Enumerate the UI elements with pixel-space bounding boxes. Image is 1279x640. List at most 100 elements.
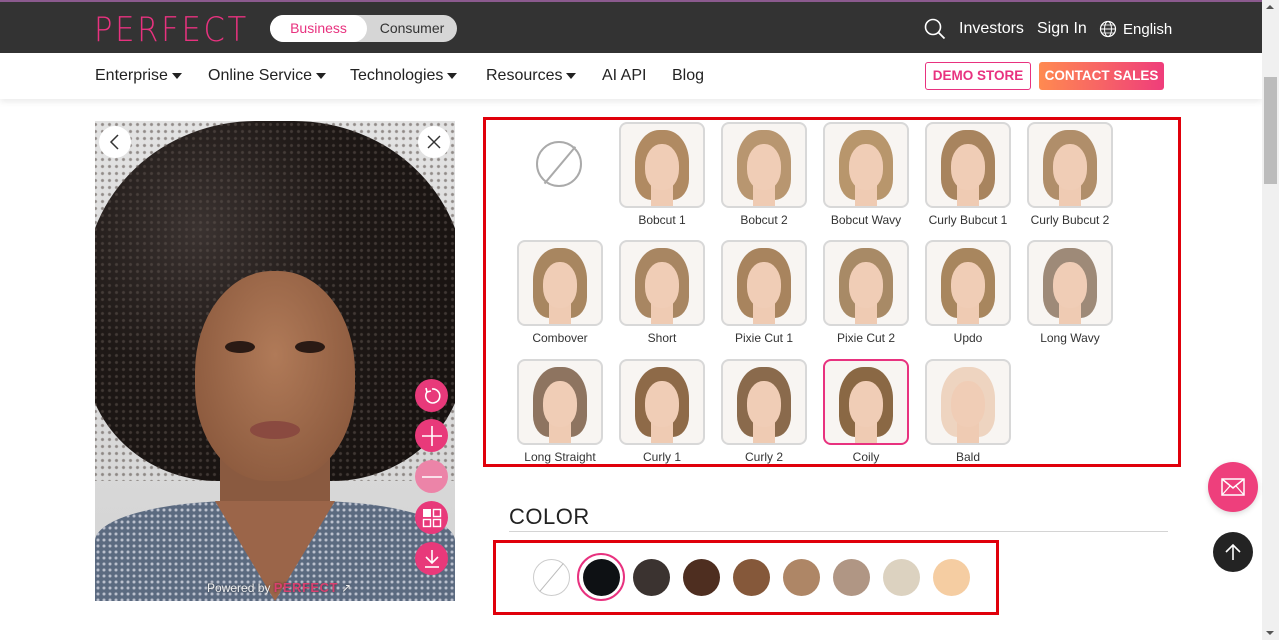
thumbnail-face [951, 144, 985, 190]
zoom-in-icon [421, 425, 442, 446]
color-swatch[interactable] [933, 559, 970, 596]
investors-link[interactable]: Investors [959, 16, 1024, 42]
hairstyle-combover[interactable]: Combover [516, 238, 604, 348]
chevron-left-icon [109, 134, 119, 150]
hairstyle-label: Bobcut 1 [638, 213, 686, 227]
page-scrollbar[interactable] [1262, 0, 1279, 640]
hairstyle-bobcut-wavy[interactable]: Bobcut Wavy [822, 120, 910, 230]
nav-ai-api[interactable]: AI API [602, 67, 646, 85]
hairstyle-label: Long Wavy [1040, 331, 1100, 345]
hairstyle-thumbnail[interactable] [925, 240, 1011, 326]
download-icon [424, 549, 439, 568]
hairstyle-coily[interactable]: Coily [822, 357, 910, 467]
hairstyle-curly-1[interactable]: Curly 1 [618, 357, 706, 467]
caret-down-icon [171, 73, 182, 79]
top-bar: PERFECT Business Consumer Investors Sign… [0, 2, 1262, 53]
hairstyle-thumbnail[interactable] [1027, 122, 1113, 208]
hairstyle-long-wavy[interactable]: Long Wavy [1026, 238, 1114, 348]
photo-eye [295, 341, 325, 353]
nav-enterprise[interactable]: Enterprise [95, 67, 182, 85]
compare-button[interactable] [415, 501, 448, 534]
download-button[interactable] [415, 542, 448, 575]
nav-label: Enterprise [95, 67, 168, 84]
hairstyle-thumbnail[interactable] [619, 240, 705, 326]
color-swatch-none[interactable] [533, 559, 570, 596]
scroll-up-arrow-icon[interactable] [1266, 5, 1274, 9]
hairstyle-thumbnail[interactable] [823, 122, 909, 208]
globe-icon [1099, 20, 1117, 38]
zoom-in-button[interactable] [415, 419, 448, 452]
hairstyle-label: Combover [532, 331, 588, 345]
hairstyle-thumbnail[interactable] [517, 240, 603, 326]
photo-lips [250, 421, 300, 439]
thumbnail-face [951, 262, 985, 308]
hairstyle-thumbnail[interactable] [619, 122, 705, 208]
color-swatch[interactable] [683, 559, 720, 596]
hairstyle-thumbnail[interactable] [1027, 240, 1113, 326]
scroll-down-arrow-icon[interactable] [1266, 631, 1274, 635]
nav-label: AI API [602, 67, 647, 84]
hairstyle-pixie-cut-1[interactable]: Pixie Cut 1 [720, 238, 808, 348]
powered-by[interactable]: Powered by PERFECT ↗ [207, 580, 351, 595]
color-swatch[interactable] [633, 559, 670, 596]
nav-technologies[interactable]: Technologies [350, 67, 458, 85]
hairstyle-short[interactable]: Short [618, 238, 706, 348]
back-button[interactable] [99, 126, 131, 158]
thumbnail-face [747, 381, 781, 427]
demo-store-button[interactable]: DEMO STORE [925, 62, 1031, 90]
color-swatch[interactable] [783, 559, 820, 596]
hairstyle-bald[interactable]: Bald [924, 357, 1012, 467]
nav-resources[interactable]: Resources [486, 67, 577, 85]
external-link-icon: ↗ [341, 581, 352, 595]
thumbnail-face [747, 144, 781, 190]
hairstyle-thumbnail[interactable] [823, 359, 909, 445]
nav-label: Blog [672, 67, 705, 84]
color-swatch[interactable] [833, 559, 870, 596]
scroll-thumb[interactable] [1264, 77, 1277, 184]
hairstyle-curly-2[interactable]: Curly 2 [720, 357, 808, 467]
color-swatch[interactable] [583, 559, 620, 596]
zoom-out-icon [421, 475, 442, 478]
hairstyle-thumbnail[interactable] [721, 122, 807, 208]
hairstyle-updo[interactable]: Updo [924, 238, 1012, 348]
contact-mail-button[interactable] [1208, 462, 1258, 512]
contact-sales-button[interactable]: CONTACT SALES [1039, 62, 1164, 90]
zoom-out-button[interactable] [415, 460, 448, 493]
hairstyle-thumbnail[interactable] [517, 359, 603, 445]
color-swatch[interactable] [883, 559, 920, 596]
thumbnail-face [849, 262, 883, 308]
sign-in-link[interactable]: Sign In [1037, 16, 1087, 42]
hairstyle-label: Bobcut 2 [740, 213, 788, 227]
hairstyle-thumbnail[interactable] [721, 359, 807, 445]
back-to-top-button[interactable] [1213, 532, 1253, 572]
toggle-business[interactable]: Business [270, 15, 367, 42]
business-consumer-toggle[interactable]: Business Consumer [270, 15, 457, 42]
hairstyle-long-straight[interactable]: Long Straight [516, 357, 604, 467]
thumbnail-face [747, 262, 781, 308]
search-icon [924, 18, 946, 40]
hairstyle-thumbnail[interactable] [619, 359, 705, 445]
search-button[interactable] [924, 16, 946, 42]
caret-down-icon [316, 73, 327, 79]
language-selector[interactable]: English [1099, 16, 1172, 42]
hairstyle-pixie-cut-2[interactable]: Pixie Cut 2 [822, 238, 910, 348]
no-hairstyle-button[interactable] [536, 141, 582, 187]
nav-blog[interactable]: Blog [672, 67, 704, 85]
hairstyle-bobcut-1[interactable]: Bobcut 1 [618, 120, 706, 230]
toggle-consumer[interactable]: Consumer [367, 15, 457, 42]
hairstyle-curly-bubcut-1[interactable]: Curly Bubcut 1 [924, 120, 1012, 230]
hairstyle-thumbnail[interactable] [925, 122, 1011, 208]
hairstyle-thumbnail[interactable] [721, 240, 807, 326]
thumbnail-face [1053, 262, 1087, 308]
reset-button[interactable] [415, 379, 448, 412]
thumbnail-face [645, 262, 679, 308]
thumbnail-face [1053, 144, 1087, 190]
hairstyle-curly-bubcut-2[interactable]: Curly Bubcut 2 [1026, 120, 1114, 230]
color-swatch[interactable] [733, 559, 770, 596]
hairstyle-bobcut-2[interactable]: Bobcut 2 [720, 120, 808, 230]
nav-online-service[interactable]: Online Service [208, 67, 327, 85]
hairstyle-thumbnail[interactable] [925, 359, 1011, 445]
hairstyle-thumbnail[interactable] [823, 240, 909, 326]
close-button[interactable] [418, 126, 450, 158]
perfect-logo[interactable]: PERFECT [94, 10, 249, 50]
